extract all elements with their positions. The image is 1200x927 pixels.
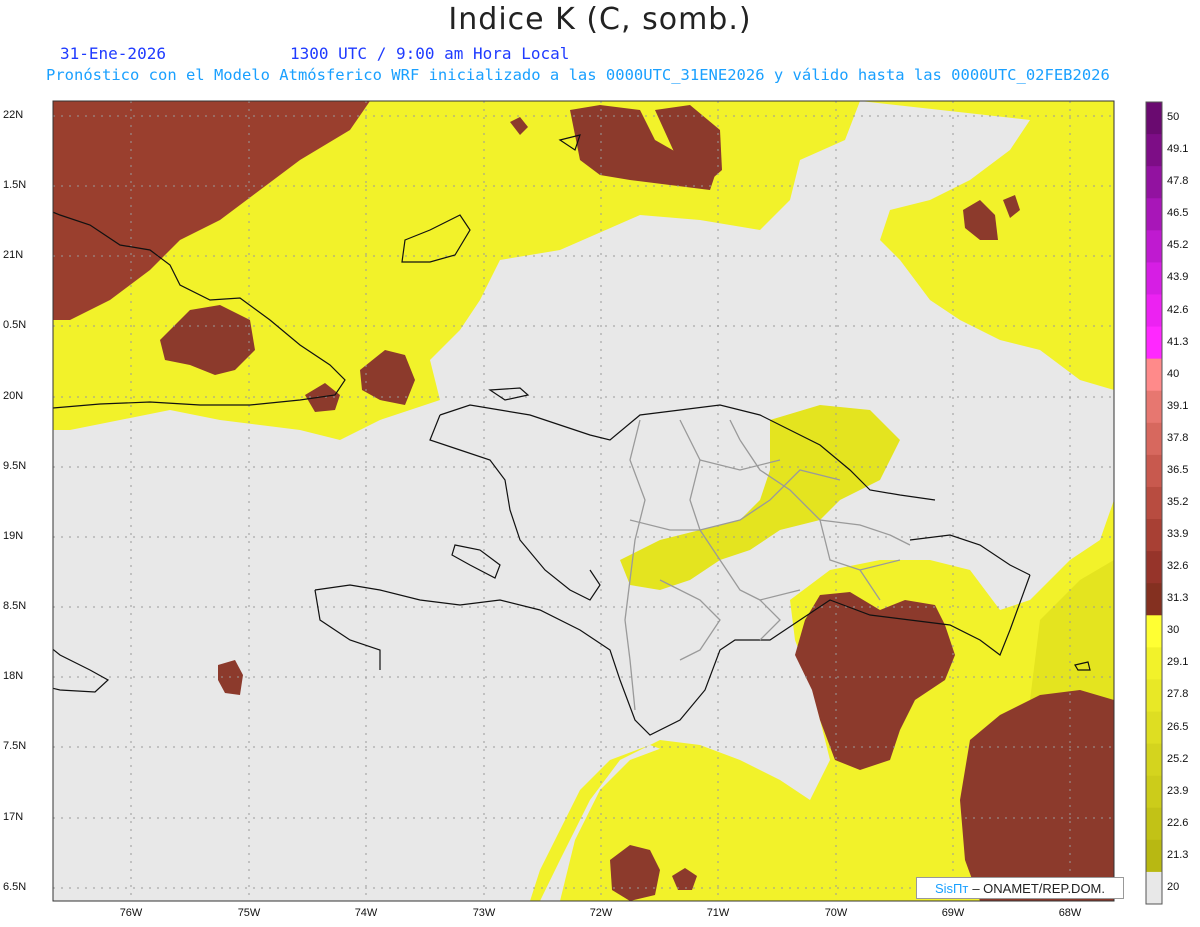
colorbar-swatch: [1146, 134, 1162, 167]
colorbar-label: 35.2: [1167, 496, 1189, 508]
colorbar-label: 39.1: [1167, 399, 1189, 412]
lat-label: 18N: [3, 670, 24, 682]
lon-label: 71W: [706, 907, 730, 919]
colorbar-label: 21.3: [1167, 848, 1189, 861]
forecast-label: Pronóstico con el Modelo Atmósferico WRF…: [46, 66, 1110, 84]
colorbar-swatch: [1146, 647, 1162, 680]
lat-label: 6.5N: [3, 881, 27, 893]
time-label: 1300 UTC / 9:00 am Hora Local: [290, 44, 570, 63]
colorbar-swatch: [1146, 615, 1162, 648]
colorbar-label: 49.1: [1167, 143, 1189, 156]
colorbar-swatch: [1146, 551, 1162, 584]
colorbar-label: 42.6: [1167, 303, 1189, 316]
colorbar-swatch: [1146, 775, 1162, 809]
colorbar-swatch: [1146, 326, 1162, 360]
colorbar-label: 26.5: [1167, 720, 1189, 733]
lon-label: 75W: [237, 907, 261, 919]
colorbar-label: 41.3: [1167, 335, 1189, 348]
lat-label: 21N: [3, 249, 24, 261]
lat-label: 1.5N: [3, 179, 27, 191]
colorbar-swatch: [1146, 679, 1162, 713]
colorbar-label: 30: [1167, 624, 1180, 637]
colorbar-label: 32.6: [1167, 560, 1189, 573]
colorbar-swatch: [1146, 583, 1162, 616]
lat-label: 9.5N: [3, 460, 27, 472]
colorbar-label: 25.2: [1167, 752, 1189, 765]
colorbar-label: 33.9: [1167, 528, 1189, 541]
lat-label: 19N: [3, 530, 24, 542]
lat-label: 0.5N: [3, 319, 27, 331]
colorbar-label: 47.8: [1167, 175, 1189, 188]
colorbar-label: 50: [1167, 111, 1180, 124]
colorbar-label: 43.9: [1167, 271, 1189, 284]
lon-label: 72W: [589, 907, 613, 919]
colorbar-swatch: [1146, 262, 1162, 295]
colorbar-swatch: [1146, 711, 1162, 745]
colorbar: [1145, 101, 1163, 905]
colorbar-swatch: [1146, 871, 1162, 905]
colorbar-label: 45.2: [1167, 239, 1189, 252]
lon-label: 74W: [354, 907, 378, 919]
lon-label: 73W: [472, 907, 496, 919]
map-canvas: [52, 100, 1163, 905]
colorbar-label: 22.6: [1167, 816, 1189, 829]
credit-brand: SisПт: [934, 880, 969, 896]
colorbar-swatch: [1146, 390, 1162, 424]
colorbar-swatch: [1146, 519, 1162, 552]
colorbar-swatch: [1146, 198, 1162, 231]
lat-label: 7.5N: [3, 740, 27, 752]
lon-label: 68W: [1058, 907, 1082, 919]
lat-label: 17N: [3, 811, 24, 823]
colorbar-label: 27.8: [1167, 688, 1189, 701]
colorbar-swatch: [1146, 807, 1162, 841]
credit-text: – ONAMET/REP.DOM.: [972, 880, 1106, 896]
lon-label: 69W: [941, 907, 965, 919]
colorbar-label: 36.5: [1167, 463, 1189, 476]
colorbar-swatch: [1146, 230, 1162, 263]
credit-box: SisПт – ONAMET/REP.DOM.: [916, 877, 1124, 899]
colorbar-label: 31.3: [1167, 592, 1189, 605]
colorbar-label: 20: [1167, 880, 1180, 893]
lat-label: 20N: [3, 390, 24, 402]
date-label: 31-Ene-2026: [60, 44, 166, 63]
colorbar-swatch: [1146, 102, 1162, 135]
lat-label: 8.5N: [3, 600, 27, 612]
colorbar-swatch: [1146, 166, 1162, 199]
page-title: Indice K (C, somb.): [448, 2, 752, 37]
colorbar-swatch: [1146, 839, 1162, 873]
colorbar-label: 46.5: [1167, 207, 1189, 220]
colorbar-swatch: [1146, 743, 1162, 777]
lon-label: 76W: [119, 907, 143, 919]
colorbar-swatch: [1146, 486, 1162, 520]
lon-label: 70W: [824, 907, 848, 919]
colorbar-swatch: [1146, 422, 1162, 456]
colorbar-label: 23.9: [1167, 784, 1189, 797]
colorbar-label: 37.8: [1167, 431, 1189, 444]
lat-label: 22N: [3, 109, 24, 121]
colorbar-label: 40: [1167, 367, 1180, 380]
colorbar-swatch: [1146, 294, 1162, 328]
colorbar-swatch: [1146, 454, 1162, 488]
colorbar-swatch: [1146, 358, 1162, 392]
colorbar-label: 29.1: [1167, 656, 1189, 669]
